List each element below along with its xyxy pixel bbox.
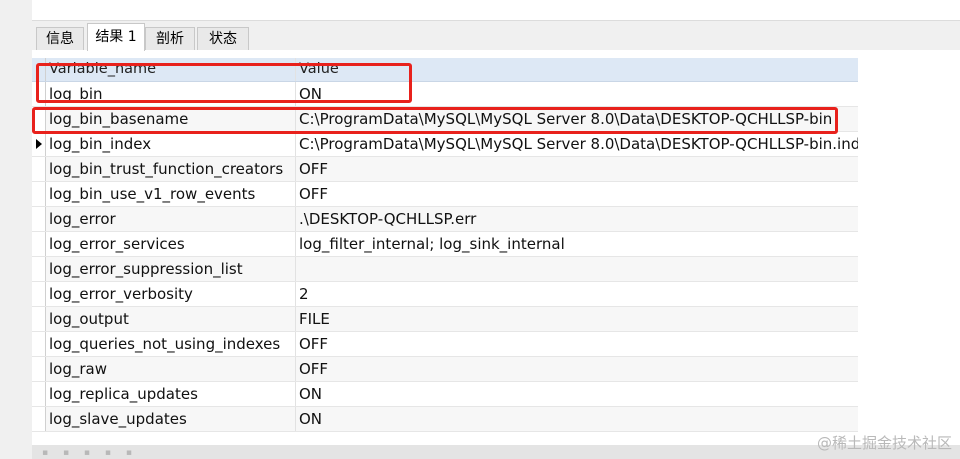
cell-variable-name[interactable]: log_bin_use_v1_row_events — [46, 182, 296, 206]
row-indicator[interactable] — [32, 382, 46, 406]
row-indicator-header — [32, 58, 46, 81]
cell-value[interactable]: ON — [296, 82, 858, 106]
table-row[interactable]: log_slave_updates ON — [32, 407, 858, 432]
row-indicator[interactable] — [32, 282, 46, 306]
table-row[interactable]: log_error_verbosity 2 — [32, 282, 858, 307]
cell-variable-name[interactable]: log_bin_basename — [46, 107, 296, 131]
row-indicator[interactable] — [32, 157, 46, 181]
toolbar-area — [32, 0, 960, 21]
tab-result-1[interactable]: 结果 1 — [87, 23, 145, 51]
row-indicator[interactable] — [32, 257, 46, 281]
table-row[interactable]: log_bin ON — [32, 82, 858, 107]
status-bar-grip-icon: ▪ ▪ ▪ ▪ ▪ — [42, 448, 138, 458]
column-header-variable-name[interactable]: Variable_name — [46, 58, 296, 81]
cell-variable-name[interactable]: log_error_verbosity — [46, 282, 296, 306]
cell-variable-name[interactable]: log_raw — [46, 357, 296, 381]
table-row[interactable]: log_replica_updates ON — [32, 382, 858, 407]
tab-info[interactable]: 信息 — [36, 27, 84, 50]
table-row[interactable]: log_output FILE — [32, 307, 858, 332]
grid-header-row: Variable_name Value — [32, 58, 858, 82]
table-row[interactable]: log_error .\DESKTOP-QCHLLSP.err — [32, 207, 858, 232]
cell-value[interactable]: .\DESKTOP-QCHLLSP.err — [296, 207, 858, 231]
cell-value[interactable]: C:\ProgramData\MySQL\MySQL Server 8.0\Da… — [296, 132, 858, 156]
table-row[interactable]: log_queries_not_using_indexes OFF — [32, 332, 858, 357]
row-indicator[interactable] — [32, 132, 46, 156]
column-header-value[interactable]: Value — [296, 58, 858, 81]
cell-variable-name[interactable]: log_error_services — [46, 232, 296, 256]
result-tabs: 信息 结果 1 剖析 状态 — [32, 22, 960, 51]
row-indicator[interactable] — [32, 82, 46, 106]
cell-value[interactable]: OFF — [296, 357, 858, 381]
row-indicator[interactable] — [32, 407, 46, 431]
cell-variable-name[interactable]: log_output — [46, 307, 296, 331]
cell-value[interactable]: ON — [296, 382, 858, 406]
row-indicator[interactable] — [32, 232, 46, 256]
table-row[interactable]: log_bin_basename C:\ProgramData\MySQL\MyS… — [32, 107, 858, 132]
table-row[interactable]: log_bin_use_v1_row_events OFF — [32, 182, 858, 207]
cell-value[interactable]: OFF — [296, 157, 858, 181]
row-indicator[interactable] — [32, 357, 46, 381]
result-grid[interactable]: Variable_name Value log_bin ON log_bin_bas… — [32, 58, 858, 433]
cell-variable-name[interactable]: log_queries_not_using_indexes — [46, 332, 296, 356]
row-indicator[interactable] — [32, 182, 46, 206]
cell-value[interactable]: C:\ProgramData\MySQL\MySQL Server 8.0\Da… — [296, 107, 858, 131]
row-indicator[interactable] — [32, 307, 46, 331]
row-indicator[interactable] — [32, 107, 46, 131]
table-row[interactable]: log_bin_index C:\ProgramData\MySQL\MySQL … — [32, 132, 858, 157]
row-indicator[interactable] — [32, 332, 46, 356]
cell-variable-name[interactable]: log_bin_trust_function_creators — [46, 157, 296, 181]
tab-profile[interactable]: 剖析 — [145, 27, 195, 50]
table-row[interactable]: log_error_services log_filter_internal; l… — [32, 232, 858, 257]
table-row[interactable]: log_error_suppression_list — [32, 257, 858, 282]
cell-value[interactable]: log_filter_internal; log_sink_internal — [296, 232, 858, 256]
table-row[interactable]: log_bin_trust_function_creators OFF — [32, 157, 858, 182]
table-row[interactable]: log_raw OFF — [32, 357, 858, 382]
cell-variable-name[interactable]: log_replica_updates — [46, 382, 296, 406]
result-grid-panel: Variable_name Value log_bin ON log_bin_bas… — [32, 50, 960, 445]
cell-variable-name[interactable]: log_bin_index — [46, 132, 296, 156]
cell-variable-name[interactable]: log_bin — [46, 82, 296, 106]
cell-value[interactable]: FILE — [296, 307, 858, 331]
cell-value[interactable]: ON — [296, 407, 858, 431]
cell-value[interactable] — [296, 257, 858, 281]
cell-value[interactable]: OFF — [296, 332, 858, 356]
cell-value[interactable]: 2 — [296, 282, 858, 306]
tab-status[interactable]: 状态 — [197, 27, 249, 50]
row-indicator[interactable] — [32, 207, 46, 231]
cell-value[interactable]: OFF — [296, 182, 858, 206]
current-row-arrow-icon — [36, 139, 42, 149]
watermark: @稀土掘金技术社区 — [816, 434, 952, 452]
cell-variable-name[interactable]: log_slave_updates — [46, 407, 296, 431]
cell-variable-name[interactable]: log_error_suppression_list — [46, 257, 296, 281]
cell-variable-name[interactable]: log_error — [46, 207, 296, 231]
